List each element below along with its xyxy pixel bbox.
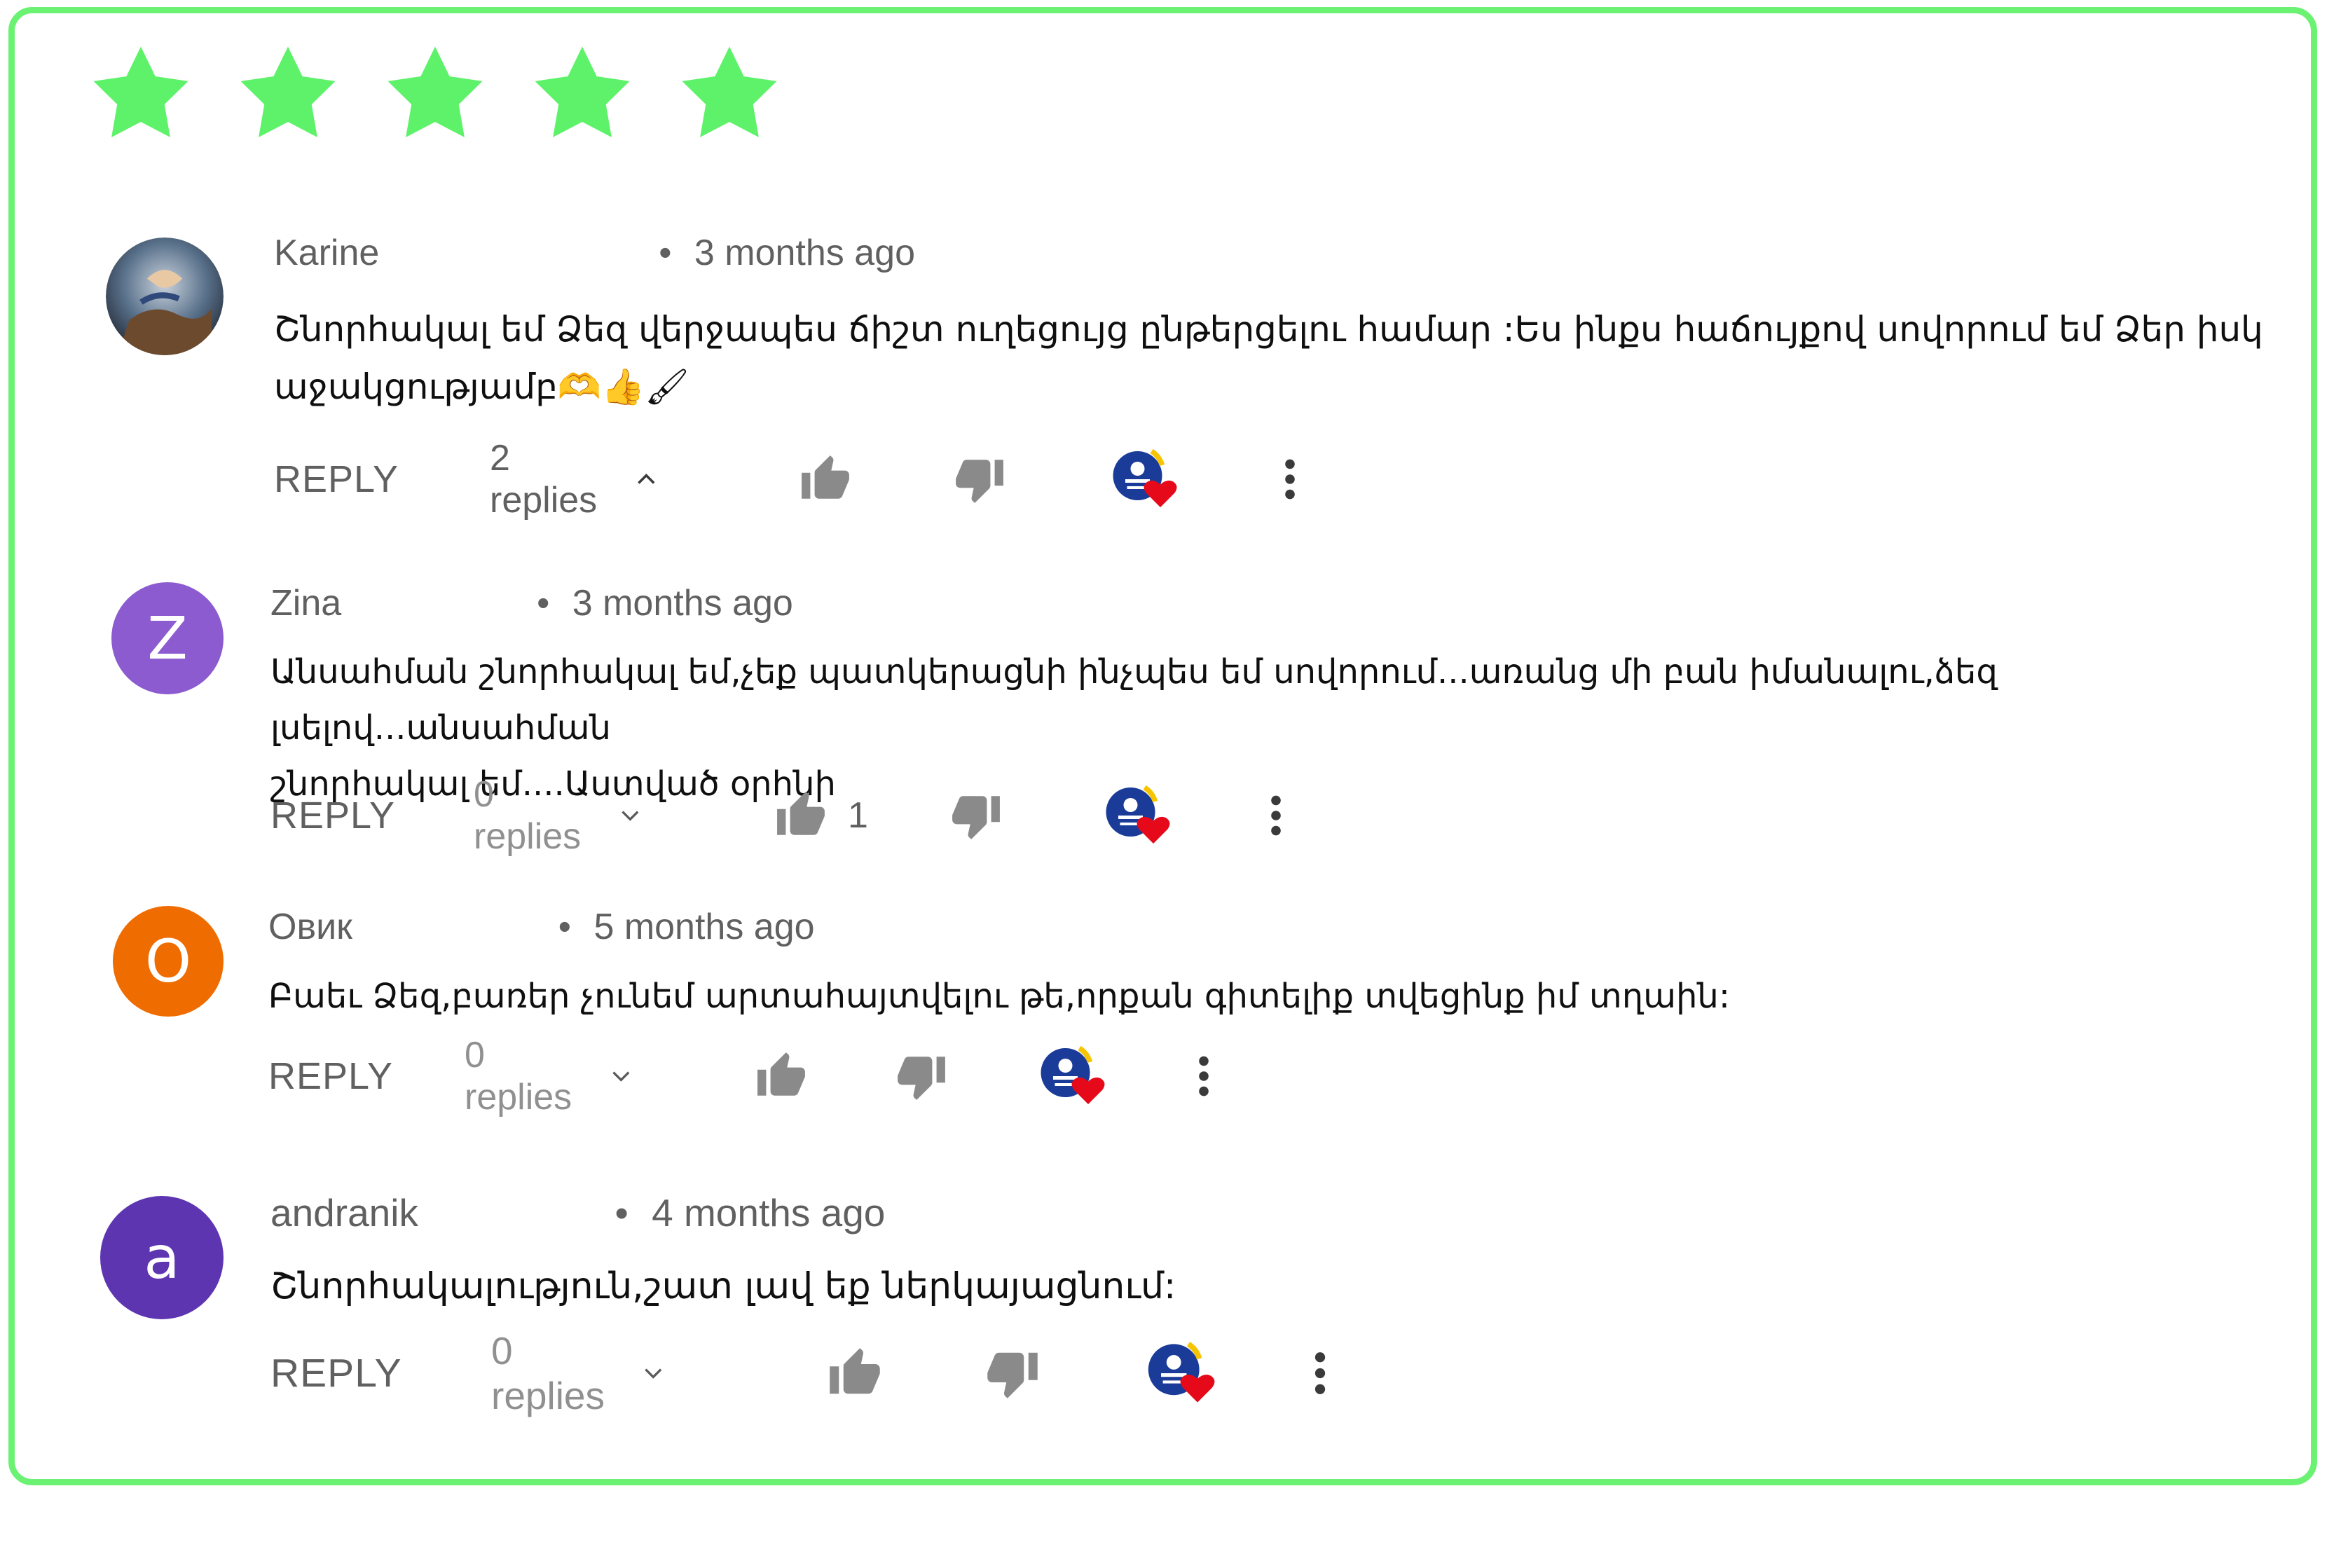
author-name[interactable]: Zina xyxy=(270,583,341,624)
avatar-letter: Z xyxy=(147,604,188,673)
emoji: 🫶👍🖌 xyxy=(557,366,689,407)
avatar[interactable]: О xyxy=(113,906,224,1017)
comment-text: Շնորհակալ եմ Ձեզ վերջապես ճիշտ ուղեցույց… xyxy=(274,301,2263,415)
thumb-up-icon xyxy=(802,455,849,499)
star-rating xyxy=(88,41,824,146)
separator-dot: • xyxy=(659,233,672,273)
timestamp[interactable]: 4 months ago xyxy=(652,1191,885,1235)
like-count: 1 xyxy=(848,795,868,836)
comment-line: աջակցությամբ xyxy=(274,366,558,407)
dislike-button[interactable] xyxy=(985,1342,1040,1405)
star-icon xyxy=(235,41,341,146)
star-icon xyxy=(530,41,635,146)
dislike-button[interactable] xyxy=(954,448,1005,511)
avatar[interactable] xyxy=(106,238,224,355)
more-options-button[interactable] xyxy=(1276,448,1304,511)
toggle-replies-button[interactable]: 0 replies xyxy=(491,1329,665,1417)
reply-button[interactable]: REPLY xyxy=(270,784,395,847)
toggle-replies-button[interactable]: 2 replies xyxy=(490,438,657,521)
more-vert-icon xyxy=(1314,1352,1326,1394)
more-vert-icon xyxy=(1271,795,1281,836)
chevron-down-icon xyxy=(621,811,638,821)
toggle-replies-button[interactable]: 0 replies xyxy=(465,1035,632,1117)
star-icon xyxy=(677,41,782,146)
chevron-down-icon xyxy=(612,1071,629,1082)
star-icon xyxy=(88,41,193,146)
creator-heart-icon xyxy=(1148,1342,1215,1403)
thumb-down-icon xyxy=(956,460,1003,503)
separator-dot: • xyxy=(537,583,550,624)
timestamp[interactable]: 3 months ago xyxy=(694,233,915,273)
thumb-down-icon xyxy=(987,1352,1038,1398)
reply-button[interactable]: REPLY xyxy=(268,1045,393,1108)
creator-heart-badge xyxy=(1101,784,1171,847)
dislike-button[interactable] xyxy=(895,1045,947,1108)
replies-count: 0 replies xyxy=(465,1035,572,1117)
avatar[interactable]: a xyxy=(100,1196,224,1319)
comment-line: Անսահման շնորհակալ եմ,չեք պատկերացնի ինչ… xyxy=(270,652,1998,748)
more-vert-icon xyxy=(1199,1056,1209,1096)
chevron-up-icon xyxy=(637,474,654,484)
toggle-replies-button[interactable]: 0 replies xyxy=(474,774,641,857)
replies-count: 0 replies xyxy=(474,774,582,857)
avatar-letter: О xyxy=(144,927,192,996)
timestamp[interactable]: 5 months ago xyxy=(593,907,814,947)
creator-heart-icon xyxy=(1113,448,1177,507)
comment-line: Շնորհակալ եմ Ձեզ վերջապես ճիշտ ուղեցույց… xyxy=(274,309,2263,350)
replies-count: 0 replies xyxy=(491,1329,605,1417)
more-options-button[interactable] xyxy=(1190,1045,1218,1108)
star-icon xyxy=(383,41,488,146)
comment-text: Բաեւ Ձեզ,բառեր չունեմ արտահայտվելու թե,ո… xyxy=(268,968,1730,1025)
avatar-letter: a xyxy=(144,1223,180,1292)
like-button[interactable] xyxy=(799,448,851,511)
author-name[interactable]: andranik xyxy=(270,1191,418,1235)
creator-heart-icon xyxy=(1106,785,1170,844)
chevron-down-icon xyxy=(645,1368,662,1379)
replies-count: 2 replies xyxy=(490,438,598,521)
thumb-down-icon xyxy=(952,796,1000,839)
more-vert-icon xyxy=(1285,459,1295,500)
more-options-button[interactable] xyxy=(1306,1342,1334,1405)
comment-text: Շնորհակալություն,շատ լավ եք ներկայացնում… xyxy=(270,1258,1176,1315)
reply-button[interactable]: REPLY xyxy=(270,1342,402,1405)
reviews-card: Karine • 3 months ago Շնորհակալ եմ Ձեզ վ… xyxy=(8,7,2317,1485)
like-button[interactable]: 1 xyxy=(775,784,868,847)
creator-heart-badge xyxy=(1036,1045,1106,1108)
dislike-button[interactable] xyxy=(950,784,1002,847)
creator-heart-badge xyxy=(1108,448,1178,511)
more-options-button[interactable] xyxy=(1262,784,1290,847)
thumb-up-icon xyxy=(757,1052,805,1096)
author-name[interactable]: Karine xyxy=(274,233,379,273)
thumb-up-icon xyxy=(777,792,825,835)
creator-heart-icon xyxy=(1041,1045,1105,1104)
timestamp[interactable]: 3 months ago xyxy=(572,583,793,624)
like-button[interactable] xyxy=(755,1045,807,1108)
like-button[interactable] xyxy=(828,1342,882,1405)
reply-button[interactable]: REPLY xyxy=(274,448,399,511)
separator-dot: • xyxy=(615,1191,629,1235)
separator-dot: • xyxy=(558,907,571,947)
author-name[interactable]: Овик xyxy=(268,907,352,947)
creator-heart-badge xyxy=(1143,1342,1216,1405)
thumb-down-icon xyxy=(898,1057,945,1100)
comment-line: Շնորհակալություն,շատ լավ եք ներկայացնում… xyxy=(270,1265,1176,1307)
avatar[interactable]: Z xyxy=(111,582,224,694)
thumb-up-icon xyxy=(830,1348,880,1394)
comment-line: Բաեւ Ձեզ,բառեր չունեմ արտահայտվելու թե,ո… xyxy=(268,977,1730,1016)
